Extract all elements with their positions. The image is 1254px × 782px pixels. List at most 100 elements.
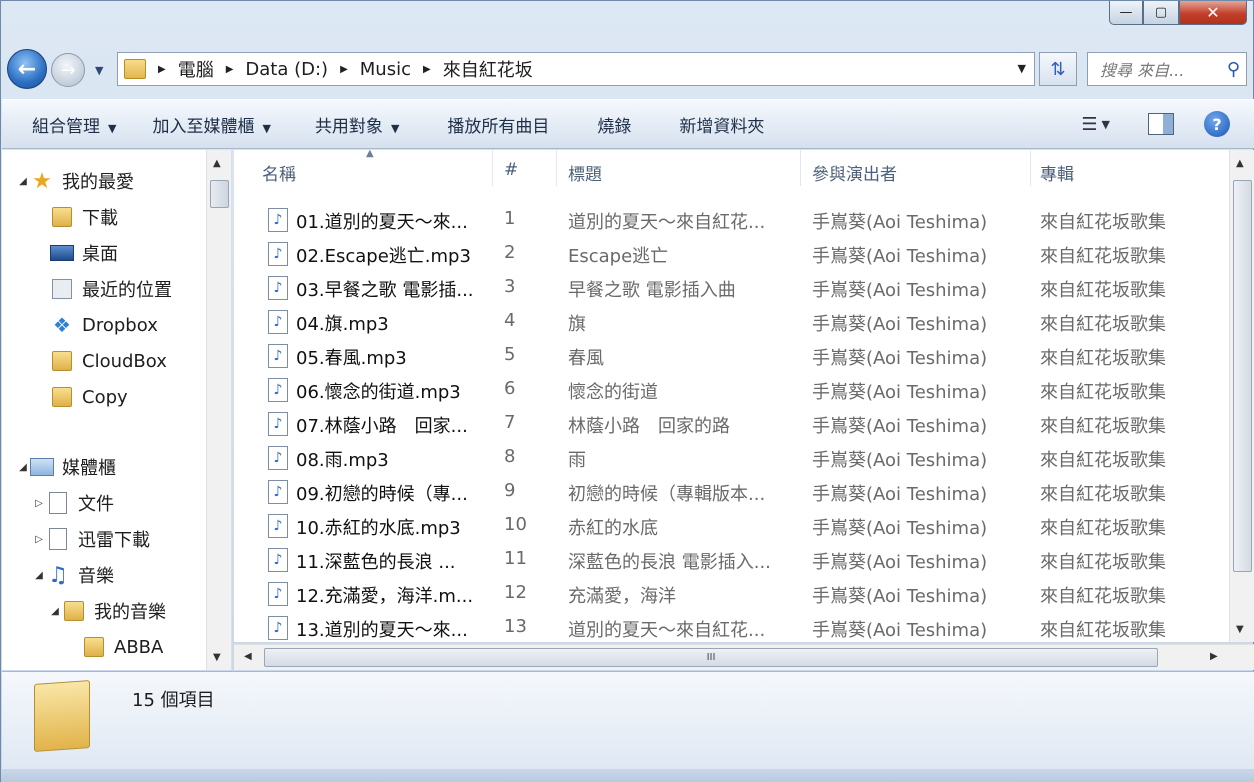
file-row[interactable]: ♪ 03.早餐之歌 電影插... 3 早餐之歌 電影插入曲 手嶌葵(Aoi Te… [234, 270, 1230, 304]
burn-button[interactable]: 燒錄 [583, 112, 645, 137]
magnifier-icon[interactable]: ⚲ [1227, 59, 1240, 80]
collapsed-arrow-icon[interactable]: ▷ [32, 498, 46, 509]
tree-item-desktop[interactable]: 桌面 [50, 238, 118, 268]
play-all-button[interactable]: 播放所有曲目 [433, 112, 563, 137]
forward-button[interactable]: → [51, 53, 85, 87]
track-number: 10 [504, 514, 527, 535]
question-icon[interactable]: ? [1204, 111, 1230, 137]
column-header-title[interactable]: 標題 [568, 160, 602, 185]
tree-item-recent-places[interactable]: 最近的位置 [50, 274, 172, 304]
scroll-down-icon[interactable]: ▼ [1236, 624, 1244, 635]
tree-item-dropbox[interactable]: ❖ Dropbox [50, 310, 158, 340]
collapsed-arrow-icon[interactable]: ▷ [32, 534, 46, 545]
breadcrumb-computer[interactable]: 電腦 [178, 56, 214, 82]
column-header-number[interactable]: # [504, 160, 518, 180]
scroll-up-icon[interactable]: ▲ [1236, 158, 1244, 169]
folder-icon [124, 59, 146, 79]
column-header-artist[interactable]: 參與演出者 [812, 160, 897, 185]
tree-label: 媒體櫃 [62, 458, 116, 479]
file-list-horizontal-scrollbar[interactable]: ◀ III ▶ [234, 644, 1254, 670]
music-note-icon: ♪ [268, 446, 288, 470]
new-folder-button[interactable]: 新增資料夾 [665, 112, 778, 137]
breadcrumb-data-drive[interactable]: Data (D:) [245, 59, 328, 80]
track-artist: 手嶌葵(Aoi Teshima) [812, 620, 988, 641]
music-note-icon: ♪ [268, 344, 288, 368]
share-with-button[interactable]: 共用對象 ▼ [301, 112, 413, 137]
scroll-down-icon[interactable]: ▼ [213, 652, 221, 663]
view-options-icon[interactable]: ☰ [1081, 114, 1097, 135]
scroll-right-icon[interactable]: ▶ [1210, 651, 1218, 662]
music-note-icon: ♪ [268, 480, 288, 504]
breadcrumb-music[interactable]: Music [360, 59, 411, 80]
search-input[interactable]: 搜尋 來自... ⚲ [1087, 52, 1247, 86]
file-row[interactable]: ♪ 09.初戀的時候（專... 9 初戀的時候（專輯版本... 手嶌葵(Aoi … [234, 474, 1230, 508]
track-title: 旗 [568, 314, 586, 335]
preview-pane-icon[interactable] [1148, 113, 1174, 135]
tree-item-abba[interactable]: ABBA [82, 632, 163, 662]
recent-places-icon [50, 278, 74, 300]
close-button[interactable]: ✕ [1179, 1, 1247, 25]
recent-pages-dropdown[interactable]: ▼ [95, 64, 109, 77]
arrow-left-icon: ← [17, 56, 37, 82]
column-divider[interactable] [492, 150, 493, 186]
track-number: 9 [504, 480, 516, 501]
crumb-separator-icon[interactable]: ▶ [158, 64, 166, 75]
file-row[interactable]: ♪ 01.道別的夏天～來... 1 道別的夏天～來自紅花... 手嶌葵(Aoi … [234, 202, 1230, 236]
file-row[interactable]: ♪ 08.雨.mp3 8 雨 手嶌葵(Aoi Teshima) 來自紅花坂歌集 [234, 440, 1230, 474]
file-row[interactable]: ♪ 10.赤紅的水底.mp3 10 赤紅的水底 手嶌葵(Aoi Teshima)… [234, 508, 1230, 542]
music-note-icon: ♪ [268, 548, 288, 572]
tree-item-music[interactable]: ◢ ♫ 音樂 [32, 560, 114, 590]
refresh-button[interactable]: ⇅ [1039, 52, 1077, 86]
file-row[interactable]: ♪ 07.林蔭小路 回家... 7 林蔭小路 回家的路 手嶌葵(Aoi Tesh… [234, 406, 1230, 440]
navigation-scrollbar[interactable]: ▲ ▼ [206, 150, 231, 670]
tree-item-documents[interactable]: ▷ 文件 [32, 488, 114, 518]
column-divider[interactable] [800, 150, 801, 186]
expanded-arrow-icon[interactable]: ◢ [16, 176, 30, 187]
music-note-icon: ♫ [48, 562, 68, 588]
file-row[interactable]: ♪ 12.充滿愛，海洋.m... 12 充滿愛，海洋 手嶌葵(Aoi Teshi… [234, 576, 1230, 610]
address-bar[interactable]: ▶ 電腦 ▶ Data (D:) ▶ Music ▶ 來自紅花坂 ▼ [117, 52, 1035, 86]
chevron-down-icon[interactable]: ▼ [1018, 62, 1026, 75]
minimize-button[interactable]: — [1109, 1, 1143, 25]
expanded-arrow-icon[interactable]: ◢ [32, 570, 46, 581]
column-header-name[interactable]: 名稱 [262, 160, 296, 185]
folder-icon [34, 680, 90, 752]
tree-item-copy[interactable]: Copy [50, 382, 128, 412]
tree-item-libraries[interactable]: ◢ 媒體櫃 [16, 452, 116, 482]
tree-item-favorites[interactable]: ◢ ★ 我的最愛 [16, 166, 134, 196]
expanded-arrow-icon[interactable]: ◢ [48, 606, 62, 617]
organize-button[interactable]: 組合管理 ▼ [18, 112, 130, 137]
file-row[interactable]: ♪ 02.Escape逃亡.mp3 2 Escape逃亡 手嶌葵(Aoi Tes… [234, 236, 1230, 270]
scroll-left-icon[interactable]: ◀ [244, 651, 252, 662]
crumb-separator-icon[interactable]: ▶ [226, 64, 234, 75]
maximize-button[interactable]: ▢ [1143, 1, 1179, 25]
crumb-separator-icon[interactable]: ▶ [340, 64, 348, 75]
scroll-thumb[interactable] [1233, 180, 1252, 572]
file-list-vertical-scrollbar[interactable]: ▲ ▼ [1229, 150, 1254, 642]
add-to-library-button[interactable]: 加入至媒體櫃 ▼ [138, 112, 284, 137]
column-divider[interactable] [1030, 150, 1031, 186]
tree-item-cloudbox[interactable]: CloudBox [50, 346, 167, 376]
scroll-thumb[interactable] [210, 180, 229, 208]
breadcrumb-current-folder[interactable]: 來自紅花坂 [443, 56, 533, 82]
back-button[interactable]: ← [7, 49, 47, 89]
file-row[interactable]: ♪ 13.道別的夏天～來... 13 道別的夏天～來自紅花... 手嶌葵(Aoi… [234, 610, 1230, 642]
tree-item-my-music[interactable]: ◢ 我的音樂 [48, 596, 166, 626]
tree-label: CloudBox [82, 350, 167, 372]
scroll-up-icon[interactable]: ▲ [213, 158, 221, 169]
tree-item-thunder-downloads[interactable]: ▷ 迅雷下載 [32, 524, 150, 554]
column-header-album[interactable]: 專輯 [1040, 160, 1074, 185]
file-row[interactable]: ♪ 05.春風.mp3 5 春風 手嶌葵(Aoi Teshima) 來自紅花坂歌… [234, 338, 1230, 372]
tree-label: 最近的位置 [82, 280, 172, 301]
track-album: 來自紅花坂歌集 [1040, 518, 1166, 539]
column-divider[interactable] [556, 150, 557, 186]
tree-item-downloads[interactable]: 下載 [50, 202, 118, 232]
scroll-thumb[interactable]: III [264, 648, 1158, 667]
crumb-separator-icon[interactable]: ▶ [423, 64, 431, 75]
my-music-folder-icon [62, 600, 86, 622]
file-row[interactable]: ♪ 06.懷念的街道.mp3 6 懷念的街道 手嶌葵(Aoi Teshima) … [234, 372, 1230, 406]
file-row[interactable]: ♪ 11.深藍色的長浪 ... 11 深藍色的長浪 電影插入... 手嶌葵(Ao… [234, 542, 1230, 576]
expanded-arrow-icon[interactable]: ◢ [16, 462, 30, 473]
file-row[interactable]: ♪ 04.旗.mp3 4 旗 手嶌葵(Aoi Teshima) 來自紅花坂歌集 [234, 304, 1230, 338]
chevron-down-icon[interactable]: ▼ [1102, 118, 1110, 131]
